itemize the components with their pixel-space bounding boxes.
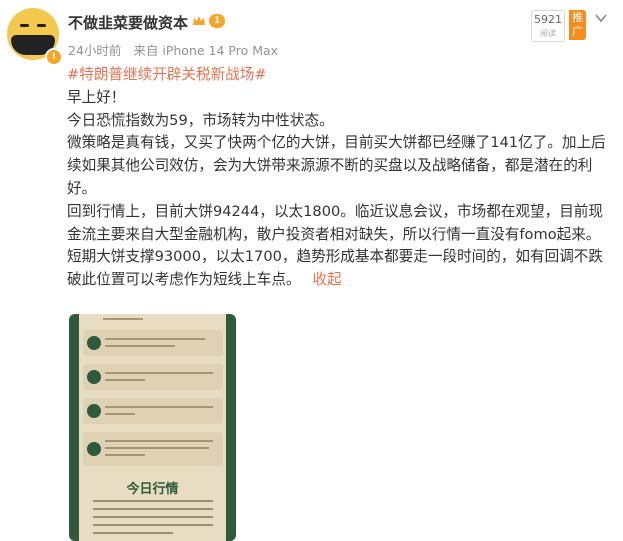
speaker-icon (87, 370, 101, 384)
image-infographic: 今日行情 (79, 314, 226, 541)
vip-level-badge[interactable]: 1 (191, 13, 226, 29)
view-count: 5921 (534, 13, 562, 26)
chevron-down-icon[interactable] (593, 10, 609, 26)
view-count-box: 5921 阅读 (531, 10, 565, 42)
post-image[interactable]: 今日行情 (69, 314, 236, 541)
verified-badge-icon: ! (45, 48, 63, 66)
crown-icon (193, 16, 205, 25)
image-section-title: 今日行情 (126, 482, 179, 497)
speaker-icon (87, 442, 101, 456)
post-time[interactable]: 24小时前 (68, 43, 121, 58)
paragraph-fear-index: 今日恐慌指数为59，市场转为中性状态。 (67, 111, 334, 129)
avatar-eye (20, 24, 29, 27)
paragraph-microstrategy: 微策略是真有钱，又买了快两个亿的大饼，目前买大饼都已经赚了141亿了。加上后续如… (67, 134, 606, 197)
image-row (83, 364, 223, 390)
paragraph-market: 回到行情上，目前大饼94244，以太1800。临近议息会议，市场都在观望，目前现… (67, 201, 613, 292)
speaker-icon (87, 404, 101, 418)
speaker-icon (87, 336, 101, 350)
image-row (83, 398, 223, 424)
image-row (83, 432, 223, 466)
post-body: #特朗普继续开辟关税新战场# 早上好！ 今日恐慌指数为59，市场转为中性状态。 … (67, 64, 613, 292)
promote-button[interactable]: 推广 (569, 10, 586, 40)
greeting: 早上好！ (67, 88, 126, 106)
post-meta: 24小时前 来自 iPhone 14 Pro Max (68, 40, 286, 59)
collapse-link[interactable]: 收起 (313, 271, 342, 288)
username[interactable]: 不做韭菜要做资本 (68, 12, 188, 33)
view-count-label: 阅读 (540, 29, 556, 38)
image-row (83, 314, 223, 326)
topic-link[interactable]: #特朗普继续开辟关税新战场# (67, 66, 267, 83)
avatar-eye (37, 24, 46, 27)
image-row (83, 330, 223, 356)
post-source: 来自 iPhone 14 Pro Max (133, 43, 279, 58)
level-number: 1 (209, 14, 226, 28)
